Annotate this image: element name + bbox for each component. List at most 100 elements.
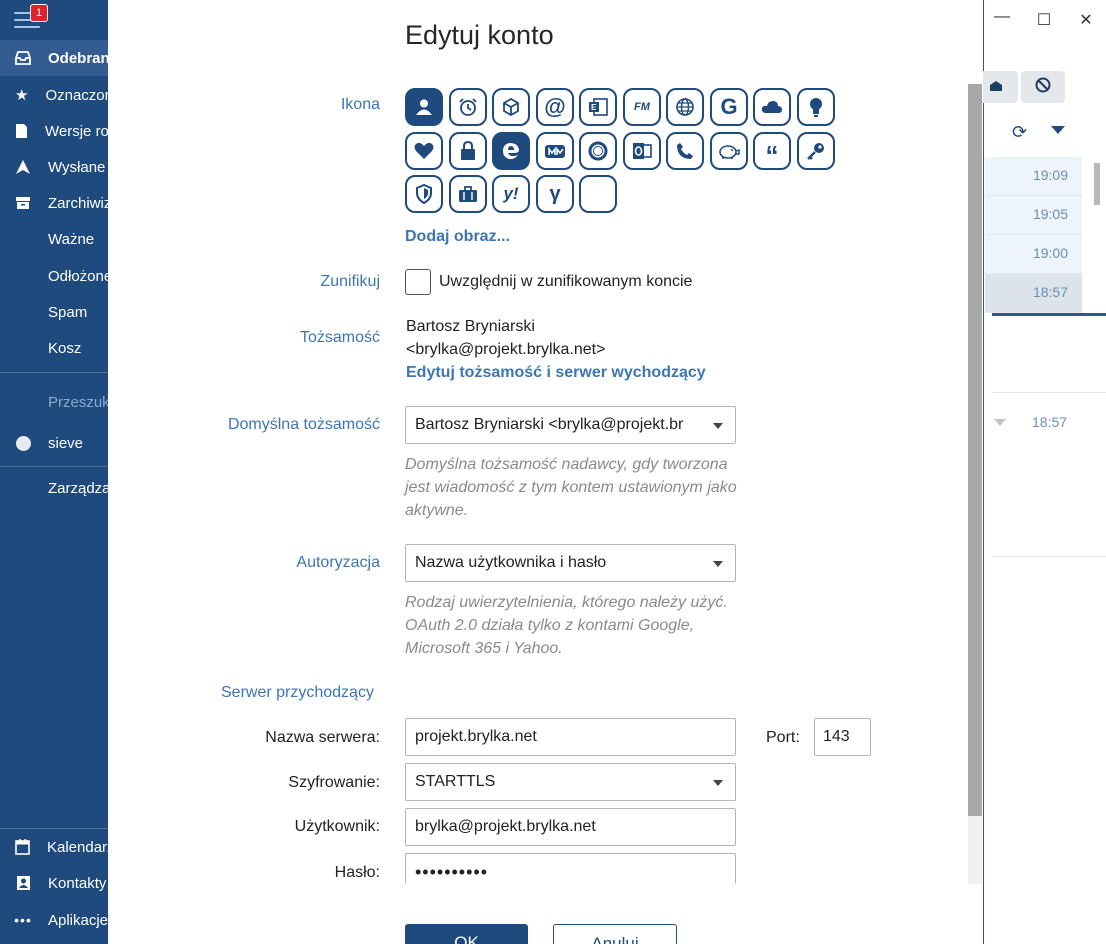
person-icon[interactable] — [405, 88, 443, 126]
server-name-input[interactable]: projekt.brylka.net — [405, 718, 736, 756]
lock-icon[interactable] — [449, 132, 487, 170]
default-identity-label: Domyślna tożsamość — [227, 416, 380, 433]
sidebar: 1 Odebrane ★ Oznaczone Wersje robocze Wy… — [0, 0, 108, 944]
notification-badge: 1 — [30, 4, 48, 22]
phone-icon[interactable] — [666, 132, 704, 170]
blank-icon[interactable] — [579, 175, 617, 213]
sidebar-item-important[interactable]: Ważne — [0, 221, 108, 257]
fastmail-icon[interactable]: FM — [623, 88, 661, 126]
sidebar-item-archive[interactable]: Zarchiwizowane — [0, 185, 108, 221]
mailbox-icon[interactable] — [536, 132, 574, 170]
star-icon: ★ — [15, 87, 29, 104]
sidebar-item-manage[interactable]: Zarządzaj — [0, 470, 108, 506]
briefcase-icon[interactable] — [449, 175, 487, 213]
outlook-icon[interactable] — [623, 132, 661, 170]
list-item[interactable]: 18:57 — [985, 274, 1082, 313]
unify-checkbox[interactable] — [405, 269, 431, 295]
chevron-down-icon — [713, 423, 723, 429]
sent-icon — [15, 159, 31, 175]
edge-icon[interactable] — [492, 132, 530, 170]
divider — [992, 392, 1106, 393]
yahoo-icon[interactable]: y! — [492, 175, 530, 213]
list-scrollbar[interactable] — [1094, 163, 1100, 205]
maximize-icon[interactable]: ☐ — [1034, 10, 1054, 30]
cube-icon[interactable] — [492, 88, 530, 126]
sidebar-item-calendar[interactable]: Kalendarz — [0, 829, 108, 865]
incoming-server-heading: Serwer przychodzący — [221, 684, 374, 701]
dialog-title: Edytuj konto — [405, 20, 554, 50]
sidebar-item-search[interactable]: Przeszukaj — [0, 384, 108, 420]
more-icon: ••• — [14, 912, 32, 928]
scrollbar-thumb[interactable] — [968, 84, 982, 816]
block-icon — [1035, 77, 1051, 97]
sidebar-item-drafts[interactable]: Wersje robocze — [0, 113, 108, 149]
sidebar-item-contacts[interactable]: Kontakty — [0, 865, 108, 901]
piggy-bank-icon[interactable] — [710, 132, 748, 170]
ok-button[interactable]: OK — [405, 924, 528, 944]
sidebar-divider — [0, 372, 108, 373]
password-label: Hasło: — [334, 864, 380, 881]
sidebar-divider — [0, 466, 108, 467]
chevron-down-icon — [713, 561, 723, 567]
exchange-icon[interactable]: E — [579, 88, 617, 126]
auth-select[interactable]: Nazwa użytkownika i hasło — [405, 544, 736, 582]
add-image-link[interactable]: Dodaj obraz... — [405, 228, 510, 246]
expand-caret-icon[interactable] — [994, 419, 1006, 426]
username-label: Użytkownik: — [294, 818, 380, 835]
quote-icon[interactable]: “ — [753, 132, 791, 170]
cancel-button[interactable]: Anuluj — [553, 924, 677, 944]
password-input[interactable]: •••••••••• — [405, 853, 736, 884]
draft-icon — [15, 123, 28, 139]
minimize-icon[interactable]: — — [992, 8, 1012, 26]
port-input[interactable]: 143 — [814, 718, 871, 756]
edit-identity-link[interactable]: Edytuj tożsamość i serwer wychodzący — [406, 364, 706, 382]
default-identity-select[interactable]: Bartosz Bryniarski <brylka@projekt.br — [405, 406, 736, 444]
sidebar-item-sieve[interactable]: sieve — [0, 425, 108, 461]
heart-icon[interactable] — [405, 132, 443, 170]
auth-label: Autoryzacja — [296, 554, 380, 571]
encryption-label: Szyfrowanie: — [288, 774, 380, 791]
identity-email: <brylka@projekt.brylka.net> — [406, 341, 606, 358]
icon-label: Ikona — [340, 96, 380, 113]
username-input[interactable]: brylka@projekt.brylka.net — [405, 808, 736, 846]
edit-account-dialog: Edytuj konto Ikona @ E FM G “ y! γ Dodaj… — [108, 0, 983, 944]
identity-name: Bartosz Bryniarski — [406, 318, 535, 335]
shield-icon[interactable] — [405, 175, 443, 213]
close-icon[interactable]: ✕ — [1076, 10, 1096, 30]
list-item[interactable]: 19:00 — [985, 235, 1082, 274]
cloud-icon[interactable] — [753, 88, 791, 126]
unify-checkbox-label[interactable]: Uwzględnij w zunifikowanym koncie — [439, 273, 692, 291]
sidebar-item-inbox[interactable]: Odebrane — [0, 40, 108, 76]
list-item[interactable]: 19:09 — [985, 157, 1082, 196]
dropdown-caret-icon[interactable] — [1051, 126, 1065, 134]
sidebar-item-apps[interactable]: ••• Aplikacje — [0, 902, 108, 938]
google-icon[interactable]: G — [710, 88, 748, 126]
list-item[interactable]: 19:05 — [985, 196, 1082, 235]
divider — [992, 556, 1106, 557]
sidebar-item-trash[interactable]: Kosz — [0, 330, 108, 366]
account-dot-icon — [15, 435, 31, 451]
globe-icon[interactable] — [666, 88, 704, 126]
alarm-icon[interactable] — [449, 88, 487, 126]
archive-icon — [15, 195, 31, 211]
dialog-scrollbar[interactable] — [968, 84, 982, 884]
sidebar-item-starred[interactable]: ★ Oznaczone — [0, 77, 108, 113]
key-icon[interactable] — [797, 132, 835, 170]
auth-hint: Rodzaj uwierzytelnienia, którego należy … — [405, 594, 728, 657]
pane-divider — [992, 313, 1106, 316]
circle-logo-icon[interactable] — [579, 132, 617, 170]
svg-text:E: E — [591, 103, 597, 112]
default-identity-hint: Domyślna tożsamość nadawcy, gdy tworzona… — [405, 456, 737, 519]
envelope-open-icon — [989, 79, 1003, 96]
yandex-icon[interactable]: γ — [536, 175, 574, 213]
encryption-select[interactable]: STARTTLS — [405, 763, 736, 801]
at-icon[interactable]: @ — [536, 88, 574, 126]
sidebar-item-spam[interactable]: Spam — [0, 294, 108, 330]
block-button[interactable] — [1021, 71, 1065, 103]
inbox-icon — [15, 50, 31, 66]
refresh-icon[interactable]: ⟳ — [1012, 122, 1027, 143]
unify-label: Zunifikuj — [320, 273, 380, 290]
sidebar-item-snoozed[interactable]: Odłożone — [0, 258, 108, 294]
sidebar-item-sent[interactable]: Wysłane — [0, 149, 108, 185]
bulb-icon[interactable] — [797, 88, 835, 126]
